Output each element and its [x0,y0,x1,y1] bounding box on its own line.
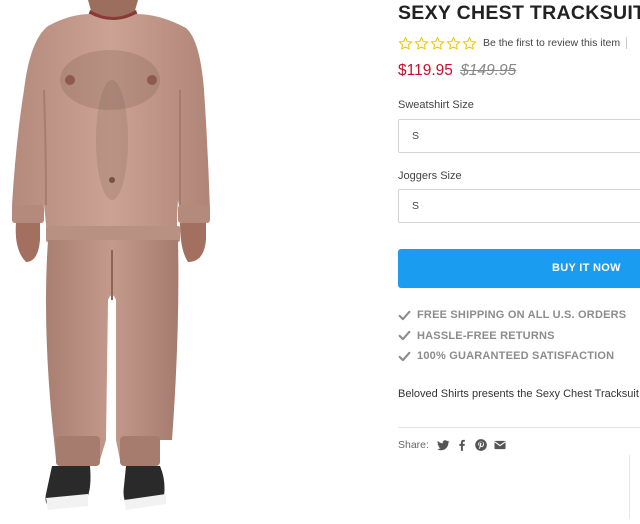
original-price: $149.95 [460,62,517,79]
star-outline-icon [462,36,477,50]
star-outline-icon [430,36,445,50]
joggers-size-label: Joggers Size [398,170,462,182]
email-icon[interactable] [493,438,507,452]
product-description: Beloved Shirts presents the Sexy Chest T… [398,388,639,400]
review-link[interactable]: Be the first to review this item [483,37,620,49]
check-icon [398,331,411,341]
product-image[interactable] [0,0,240,519]
rating-stars[interactable] [398,36,477,51]
benefit-item: 100% GUARANTEED SATISFACTION [398,346,626,367]
share-label: Share: [398,439,429,451]
benefit-text: 100% GUARANTEED SATISFACTION [417,350,615,363]
check-icon [398,310,411,320]
divider [398,427,640,428]
joggers-size-select[interactable]: S [398,189,640,223]
star-outline-icon [414,36,429,50]
sweatshirt-size-select[interactable]: S [398,119,640,153]
benefit-text: HASSLE-FREE RETURNS [417,329,555,342]
sweatshirt-size-label: Sweatshirt Size [398,99,474,111]
twitter-icon[interactable] [436,438,450,452]
divider [626,37,628,49]
rating-row: Be the first to review this item [398,34,628,52]
benefit-item: FREE SHIPPING ON ALL U.S. ORDERS [398,305,626,326]
benefit-item: HASSLE-FREE RETURNS [398,326,626,347]
facebook-icon[interactable] [455,438,469,452]
price: $119.95 $149.95 [398,62,516,80]
product-title: SEXY CHEST TRACKSUIT [398,2,640,24]
benefits-list: FREE SHIPPING ON ALL U.S. ORDERS HASSLE-… [398,305,626,367]
tracksuit-illustration [12,0,210,510]
star-outline-icon [398,36,413,50]
buy-it-now-button[interactable]: BUY IT NOW [398,249,640,288]
benefit-text: FREE SHIPPING ON ALL U.S. ORDERS [417,309,627,322]
check-icon [398,351,411,361]
share-row: Share: [398,438,507,452]
sale-price: $119.95 [398,62,453,79]
pinterest-icon[interactable] [474,438,488,452]
scroll-edge [629,455,640,519]
star-outline-icon [446,36,461,50]
product-info: SEXY CHEST TRACKSUIT Be the first to rev… [398,0,640,519]
